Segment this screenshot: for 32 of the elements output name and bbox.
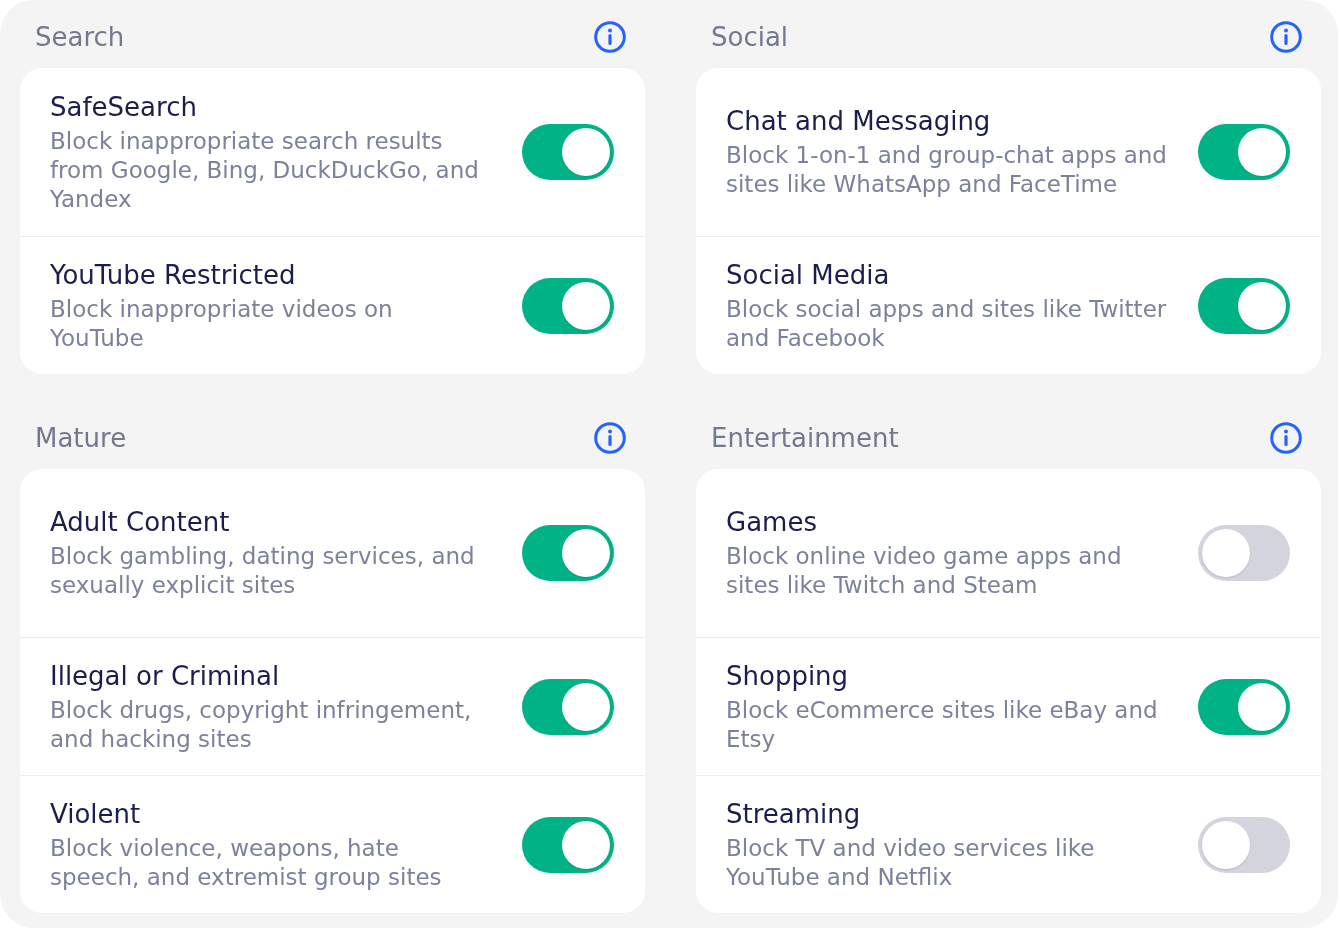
section-title: Mature <box>35 421 127 454</box>
setting-title: YouTube Restricted <box>50 258 297 291</box>
setting-title: Shopping <box>726 659 850 692</box>
setting-description: Block social apps and sites like Twitter and Facebook <box>726 294 1167 353</box>
toggle-switch[interactable] <box>522 525 614 581</box>
setting-description: Block TV and video services like YouTube and Netflix <box>726 833 1096 892</box>
section-title: Social <box>711 20 789 53</box>
setting-title: Violent <box>50 797 142 830</box>
setting-title: Social Media <box>726 258 891 291</box>
setting-title: Adult Content <box>50 506 231 538</box>
toggle-switch[interactable] <box>1198 525 1290 581</box>
info-icon[interactable] <box>1270 421 1302 454</box>
setting-title: Chat and Messaging <box>726 105 992 137</box>
setting-description: Block gambling, dating services, and sexually explicit sites <box>50 542 476 600</box>
section-title: Search <box>35 20 125 53</box>
setting-description: Block online video game apps and sites like Twitch and Steam <box>726 542 1123 600</box>
toggle-switch[interactable] <box>1198 124 1290 180</box>
setting-title: Games <box>726 506 818 538</box>
info-icon[interactable] <box>594 421 626 454</box>
setting-title: Illegal or Criminal <box>50 659 281 692</box>
info-icon[interactable] <box>594 20 626 53</box>
setting-description: Block 1-on-1 and group-chat apps and sites like WhatsApp and FaceTime <box>726 141 1167 199</box>
toggle-switch[interactable] <box>522 124 614 180</box>
setting-description: Block violence, weapons, hate speech, and extremist group sites <box>50 833 443 892</box>
setting-description: Block eCommerce sites like eBay and Etsy <box>726 695 1159 754</box>
setting-description: Block inappropriate search results from Google, Bing, DuckDuckGo, and Yandex <box>50 126 480 214</box>
setting-title: Streaming <box>726 797 862 830</box>
setting-description: Block drugs, copyright infringement, and hacking sites <box>50 695 473 754</box>
section-title: Entertainment <box>711 421 899 454</box>
setting-description: Block inappropriate videos on YouTube <box>50 294 394 353</box>
setting-title: SafeSearch <box>50 90 198 123</box>
info-icon[interactable] <box>1270 20 1302 53</box>
